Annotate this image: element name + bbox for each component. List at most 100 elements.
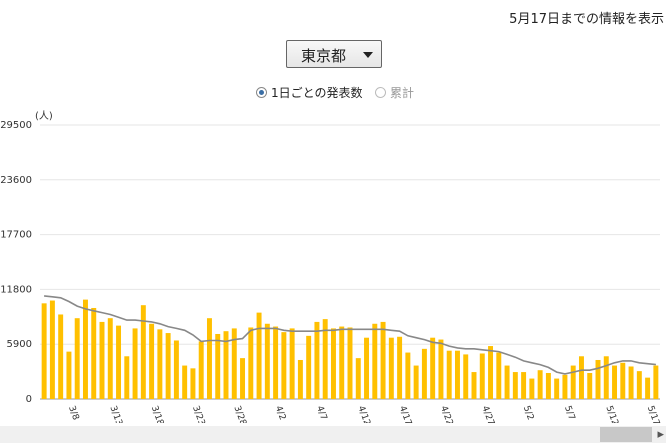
x-tick-label: 3/13	[107, 405, 123, 423]
bar	[339, 326, 345, 399]
x-tick-label: 3/28	[231, 405, 247, 423]
x-tick-label: 4/12	[355, 405, 371, 423]
radio-selected-icon	[256, 87, 267, 98]
y-axis-unit-label: (人)	[35, 110, 53, 122]
bar	[446, 350, 452, 399]
bar	[595, 359, 601, 399]
bar	[587, 372, 593, 399]
scroll-right-arrow-icon[interactable]: ▸	[657, 426, 664, 443]
y-tick-label: 0	[26, 394, 32, 405]
y-tick-label: 5900	[7, 339, 32, 350]
bar	[405, 352, 411, 399]
bar	[314, 321, 320, 399]
bar	[240, 358, 246, 399]
daily-count-label: 1日ごとの発表数	[271, 86, 363, 100]
cumulative-radio[interactable]: 累計	[375, 84, 414, 101]
bar	[289, 328, 295, 399]
bar	[380, 321, 386, 399]
bar	[165, 333, 171, 399]
bar	[173, 340, 179, 399]
bar	[421, 348, 427, 399]
y-tick-label: 29500	[0, 120, 32, 131]
bar	[645, 377, 651, 399]
bar	[149, 323, 155, 399]
bar	[182, 365, 188, 399]
bar	[364, 337, 370, 399]
bar	[49, 300, 55, 399]
bar	[215, 333, 221, 399]
bar	[140, 305, 146, 399]
bar	[512, 372, 518, 399]
bar	[570, 365, 576, 399]
bar	[454, 350, 460, 399]
x-tick-label: 5/12	[603, 405, 619, 423]
bar	[66, 351, 72, 399]
region-select-value: 東京都	[301, 47, 347, 65]
bar	[463, 354, 469, 399]
bar	[438, 339, 444, 399]
bar	[264, 323, 270, 399]
radio-unselected-icon	[375, 87, 386, 98]
bar	[330, 328, 336, 399]
bar	[74, 318, 80, 399]
x-tick-label: 4/2	[273, 405, 287, 422]
x-tick-label: 5/2	[521, 405, 535, 422]
region-select[interactable]: 東京都	[286, 40, 382, 68]
bar	[58, 314, 64, 399]
bar	[653, 365, 659, 399]
y-tick-label: 11800	[0, 284, 32, 295]
bar	[347, 327, 353, 399]
bar	[116, 325, 122, 399]
bar	[479, 353, 485, 399]
bar	[537, 370, 543, 399]
bar	[82, 299, 88, 399]
x-tick-label: 4/7	[314, 405, 328, 422]
data-date-note: 5月17日までの情報を表示	[509, 12, 664, 27]
bar	[190, 368, 196, 399]
bar	[430, 337, 436, 399]
bar	[256, 312, 262, 399]
bar	[355, 358, 361, 399]
bar	[578, 356, 584, 399]
bar	[413, 365, 419, 399]
bar	[248, 327, 254, 399]
daily-cases-chart: 0 5900 11800 17700 23600 29500(人) 3/8 3/13 3/18 3…	[0, 110, 661, 423]
bar	[132, 328, 138, 399]
bar	[529, 378, 535, 399]
bar	[273, 326, 279, 399]
bar	[612, 365, 618, 399]
bar	[198, 341, 204, 399]
chart-horizontal-scrollbar[interactable]: ▸	[0, 426, 666, 443]
bar	[521, 372, 527, 399]
bar	[99, 321, 105, 399]
bar	[372, 323, 378, 399]
bar	[504, 365, 510, 399]
bar	[41, 303, 47, 399]
bar	[620, 362, 626, 399]
x-tick-label: 4/17	[397, 405, 413, 423]
bar	[562, 374, 568, 399]
x-tick-label: 3/8	[66, 405, 80, 422]
scrollbar-thumb[interactable]	[600, 427, 652, 442]
bar	[471, 372, 477, 399]
bar	[636, 371, 642, 399]
bar	[297, 359, 303, 399]
bar	[496, 352, 502, 399]
x-tick-label: 4/22	[438, 405, 454, 423]
cumulative-label: 累計	[390, 86, 415, 100]
bar	[397, 336, 403, 399]
bar	[157, 329, 163, 399]
daily-count-radio[interactable]: 1日ごとの発表数	[256, 84, 363, 101]
bar	[603, 356, 609, 399]
x-tick-label: 3/18	[149, 405, 165, 423]
x-tick-label: 5/17	[645, 405, 661, 423]
x-tick-label: 5/7	[562, 405, 576, 422]
bar	[628, 366, 634, 399]
bar	[388, 337, 394, 399]
bar	[124, 356, 130, 399]
bar	[107, 318, 113, 399]
bar	[488, 346, 494, 399]
x-tick-label: 4/27	[479, 405, 495, 423]
x-tick-label: 3/23	[190, 405, 206, 423]
chevron-down-icon	[363, 52, 373, 58]
